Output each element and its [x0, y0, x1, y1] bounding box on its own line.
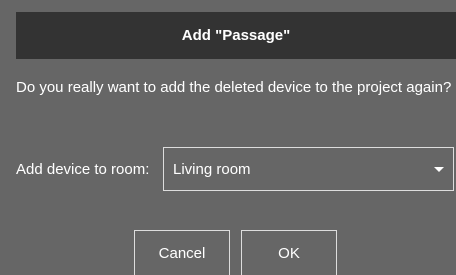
dialog-title: Add "Passage" — [181, 27, 291, 44]
cancel-button[interactable]: Cancel — [134, 230, 230, 275]
ok-button[interactable]: OK — [241, 230, 337, 275]
dialog-title-bar: Add "Passage" — [16, 12, 456, 59]
confirmation-message: Do you really want to add the deleted de… — [16, 79, 452, 96]
room-select-value: Living room — [173, 160, 251, 178]
room-select[interactable]: Living room — [163, 147, 454, 191]
caret-down-icon — [434, 167, 444, 172]
room-select-label: Add device to room: — [16, 161, 150, 178]
add-device-dialog: Add "Passage" Do you really want to add … — [0, 0, 456, 275]
